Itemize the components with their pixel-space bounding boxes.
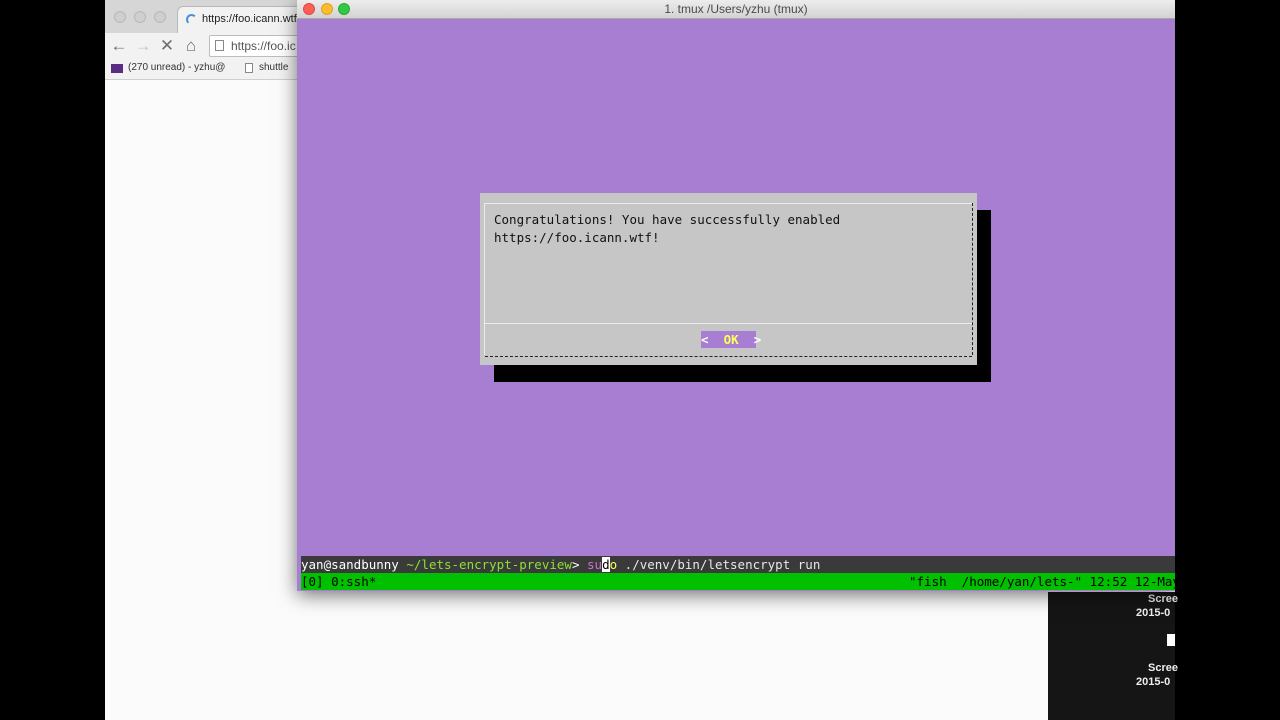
dialog-message-line: Congratulations! You have successfully e… — [494, 212, 841, 227]
dialog-message: Congratulations! You have successfully e… — [494, 211, 840, 247]
zoom-icon[interactable] — [154, 11, 166, 23]
tmux-status-right: "fish /home/yan/lets-" 12:52 12-May-15 — [909, 574, 1175, 589]
dialog-message-url: https://foo.icann.wtf! — [494, 230, 660, 245]
address-bar-url: https://foo.ic — [231, 39, 296, 53]
desktop-file-name[interactable]: Scree — [1148, 662, 1178, 674]
minimize-icon[interactable] — [134, 11, 146, 23]
dialog-separator — [485, 323, 972, 324]
browser-tab-title: https://foo.icann.wtf/ — [202, 13, 300, 25]
terminal-titlebar: 1. tmux /Users/yzhu (tmux) — [297, 0, 1175, 19]
terminal-window-title: 1. tmux /Users/yzhu (tmux) — [664, 2, 808, 16]
dialog-border — [485, 356, 972, 357]
prompt-user-host: yan@sandbunny — [301, 557, 399, 572]
shell-prompt[interactable]: yan@sandbunny ~/lets-encrypt-preview> su… — [301, 556, 1175, 573]
desktop-background — [1175, 0, 1280, 720]
file-icon[interactable] — [1167, 634, 1175, 646]
desktop-file-date: 2015-0 — [1136, 676, 1171, 688]
ok-button[interactable]: < OK > — [701, 331, 761, 348]
close-icon[interactable] — [114, 11, 126, 23]
prompt-arrow: > — [571, 557, 580, 572]
tmux-status-bar: [0] 0:ssh* "fish /home/yan/lets-" 12:52 … — [301, 573, 1175, 590]
command-suffix: o — [609, 557, 618, 572]
mail-icon — [111, 64, 123, 73]
back-icon[interactable]: ← — [108, 35, 130, 57]
forward-icon[interactable]: → — [132, 35, 154, 57]
success-dialog: Congratulations! You have successfully e… — [480, 193, 977, 365]
dialog-border — [484, 203, 485, 355]
ok-bracket-left: < — [701, 332, 709, 347]
ok-button-label: OK — [723, 332, 739, 347]
tmux-window-list[interactable]: [0] 0:ssh* — [301, 573, 376, 590]
loading-spinner-icon — [186, 14, 197, 25]
command-args: ./venv/bin/letsencrypt run — [624, 557, 821, 572]
command-prefix: su — [587, 557, 603, 572]
dialog-border — [485, 203, 972, 204]
bookmark-mail[interactable]: (270 unread) - yzhu@ — [128, 62, 225, 73]
stop-icon[interactable]: ✕ — [156, 35, 178, 57]
text-cursor: d — [602, 557, 610, 572]
desktop-file-name[interactable]: Scree — [1148, 593, 1178, 605]
prompt-cwd: ~/lets-encrypt-preview — [406, 557, 572, 572]
dialog-border — [972, 203, 973, 355]
desktop-file-date: 2015-0 — [1136, 607, 1171, 619]
bookmark-shuttle[interactable]: shuttle — [259, 62, 288, 73]
document-icon — [245, 63, 253, 73]
home-icon[interactable]: ⌂ — [180, 35, 202, 57]
page-icon — [215, 40, 224, 51]
ok-bracket-right: > — [753, 332, 762, 347]
